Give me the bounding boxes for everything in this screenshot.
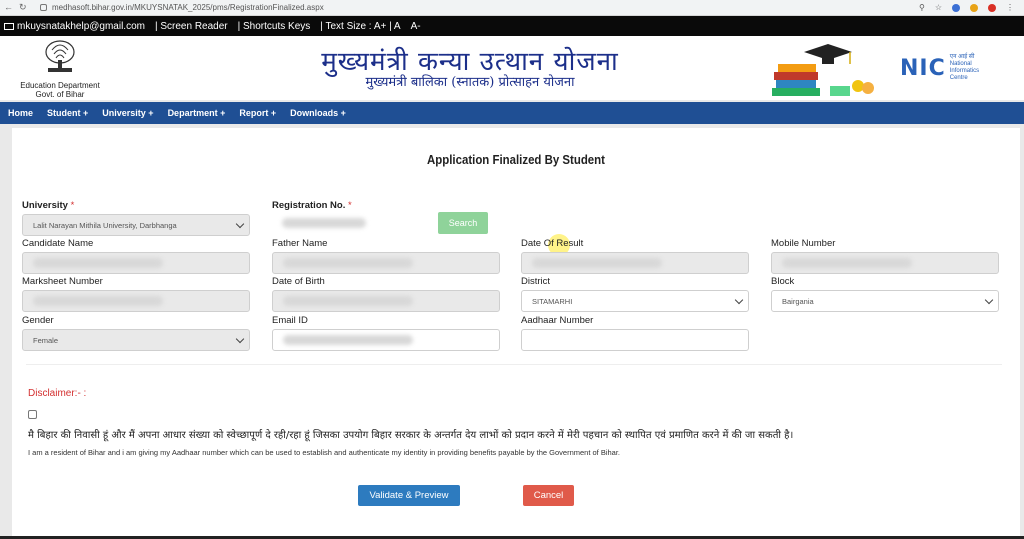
nav-university[interactable]: University + bbox=[102, 108, 153, 118]
registration-input[interactable] bbox=[272, 212, 422, 234]
nav-department[interactable]: Department + bbox=[168, 108, 226, 118]
shortcuts-link[interactable]: | Shortcuts Keys bbox=[238, 21, 311, 32]
profile-icon[interactable] bbox=[988, 3, 996, 12]
email-field[interactable] bbox=[272, 329, 500, 351]
dob-field bbox=[272, 290, 500, 312]
date-of-result-field bbox=[521, 252, 749, 274]
cancel-button[interactable]: Cancel bbox=[523, 485, 574, 506]
chevron-down-icon bbox=[984, 295, 994, 305]
mobile-number-field bbox=[771, 252, 999, 274]
nic-line-3: Centre bbox=[949, 75, 968, 81]
father-name-field bbox=[272, 252, 500, 274]
nav-student[interactable]: Student + bbox=[47, 108, 88, 118]
block-label: Block bbox=[771, 276, 795, 287]
browser-nav: ← ↻ bbox=[0, 2, 27, 13]
marksheet-field bbox=[22, 290, 250, 312]
disclaimer-english: I am a resident of Bihar and i am giving… bbox=[28, 448, 621, 457]
divider bbox=[26, 364, 1002, 365]
email-label: Email ID bbox=[272, 315, 308, 326]
scheme-subtitle: मुख्यमंत्री बालिका (स्नातक) प्रोत्साहन य… bbox=[365, 75, 575, 90]
main-nav: Home Student + University + Department +… bbox=[0, 102, 1024, 124]
candidate-name-field bbox=[22, 252, 250, 274]
nav-downloads[interactable]: Downloads + bbox=[290, 108, 346, 118]
govt-name: Govt. of Bihar bbox=[35, 90, 85, 99]
gender-select[interactable]: Female bbox=[22, 329, 250, 351]
reload-icon[interactable]: ↻ bbox=[19, 2, 27, 13]
university-label: University * bbox=[22, 200, 75, 211]
marksheet-label: Marksheet Number bbox=[22, 276, 103, 287]
help-email-text[interactable]: mkuysnatakhelp@gmail.com bbox=[17, 21, 145, 32]
books-graduation-icon bbox=[772, 44, 874, 96]
district-label: District bbox=[521, 276, 551, 287]
disclaimer-checkbox[interactable] bbox=[28, 410, 37, 419]
chevron-down-icon bbox=[235, 219, 245, 229]
gender-label: Gender bbox=[22, 315, 54, 326]
chevron-down-icon bbox=[734, 295, 744, 305]
date-of-result-label: Date Of Result bbox=[521, 238, 584, 249]
nav-home[interactable]: Home bbox=[8, 108, 33, 118]
star-icon[interactable]: ☆ bbox=[935, 3, 942, 12]
nav-report[interactable]: Report + bbox=[239, 108, 276, 118]
validate-preview-button[interactable]: Validate & Preview bbox=[358, 485, 460, 506]
nic-line-2: Informatics bbox=[949, 68, 980, 74]
aadhaar-field[interactable] bbox=[521, 329, 749, 351]
address-bar[interactable]: medhasoft.bihar.gov.in/MKUYSNATAK_2025/p… bbox=[40, 3, 919, 12]
nic-logo: NIC एन आई सी National Informatics Centre bbox=[900, 54, 979, 82]
page-title: Application Finalized By Student bbox=[427, 152, 605, 167]
registration-label: Registration No. * bbox=[272, 200, 352, 211]
site-info-icon[interactable] bbox=[40, 4, 47, 11]
screen-reader-link[interactable]: | Screen Reader bbox=[155, 21, 228, 32]
aadhaar-label: Aadhaar Number bbox=[521, 315, 594, 326]
help-email[interactable]: mkuysnatakhelp@gmail.com bbox=[4, 21, 145, 32]
text-size-decrease[interactable]: A- bbox=[411, 21, 421, 32]
father-name-label: Father Name bbox=[272, 238, 328, 249]
zoom-icon[interactable]: ⚲ bbox=[919, 3, 925, 12]
disclaimer-hindi: मै बिहार की निवासी हूं और मैं अपना आधार … bbox=[28, 430, 794, 441]
text-size-controls[interactable]: | Text Size : A+ | A bbox=[320, 21, 400, 32]
candidate-name-label: Candidate Name bbox=[22, 238, 94, 249]
dob-label: Date of Birth bbox=[272, 276, 325, 287]
mail-icon bbox=[4, 22, 14, 30]
back-icon[interactable]: ← bbox=[4, 2, 13, 13]
top-info-strip: mkuysnatakhelp@gmail.com | Screen Reader… bbox=[0, 16, 1024, 36]
dept-name: Education Department bbox=[20, 81, 100, 90]
district-select[interactable]: SITAMARHI bbox=[521, 290, 749, 312]
extension-icon[interactable] bbox=[952, 3, 960, 12]
menu-icon[interactable]: ⋮ bbox=[1006, 3, 1014, 12]
browser-tools: ⚲ ☆ ⋮ bbox=[919, 3, 1024, 12]
disclaimer-label: Disclaimer:- : bbox=[28, 388, 87, 399]
extension-icon-2[interactable] bbox=[970, 3, 978, 12]
bodhi-tree-emblem-icon bbox=[45, 40, 75, 72]
university-select[interactable]: Lalit Narayan Mithila University, Darbha… bbox=[22, 214, 250, 236]
browser-toolbar: ← ↻ medhasoft.bihar.gov.in/MKUYSNATAK_20… bbox=[0, 0, 1024, 16]
bihar-emblem: Education Department Govt. of Bihar bbox=[8, 38, 112, 99]
chevron-down-icon bbox=[235, 334, 245, 344]
nic-logo-text: NIC bbox=[900, 55, 946, 81]
block-select[interactable]: Bairgania bbox=[771, 290, 999, 312]
nic-line-1: National bbox=[949, 61, 972, 67]
nic-hindi: एन आई सी bbox=[949, 54, 975, 60]
form-panel: Application Finalized By Student Univers… bbox=[12, 128, 1020, 536]
site-header: Education Department Govt. of Bihar मुख्… bbox=[0, 36, 1024, 100]
search-button[interactable]: Search bbox=[438, 212, 488, 234]
url-text[interactable]: medhasoft.bihar.gov.in/MKUYSNATAK_2025/p… bbox=[52, 3, 324, 12]
mobile-number-label: Mobile Number bbox=[771, 238, 836, 249]
